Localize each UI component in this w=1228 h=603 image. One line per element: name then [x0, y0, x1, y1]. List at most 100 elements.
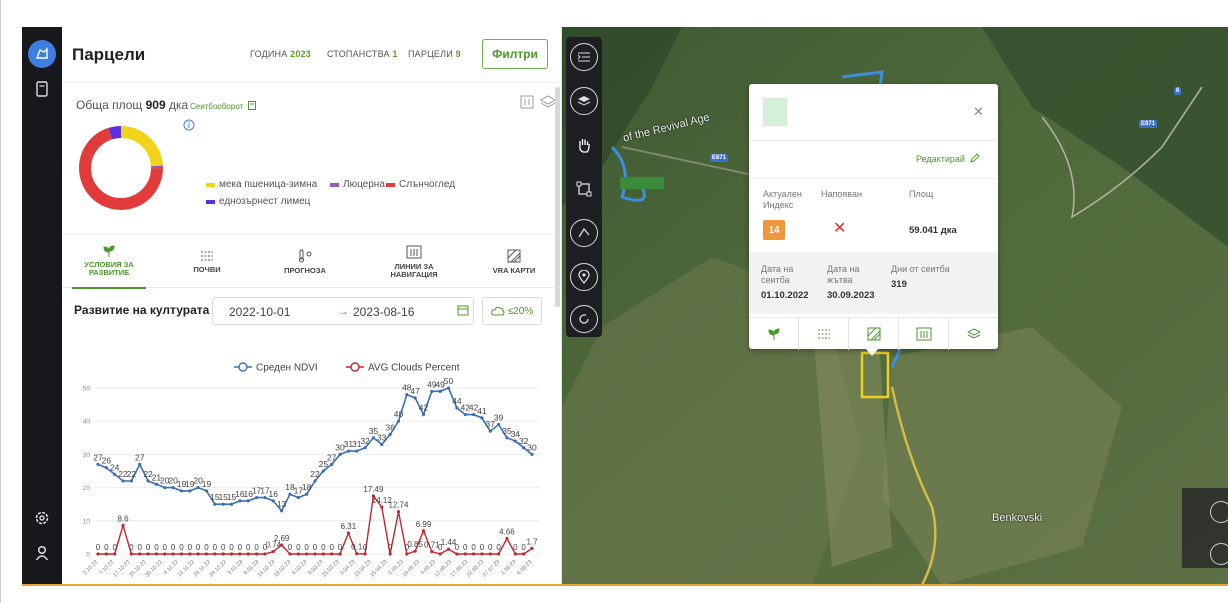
clouds-point[interactable] — [413, 549, 417, 553]
clouds-point[interactable] — [238, 552, 242, 556]
ndvi-point[interactable] — [163, 486, 167, 490]
hand-pan-icon[interactable] — [570, 131, 598, 159]
close-icon[interactable]: ✕ — [973, 104, 984, 120]
ndvi-point[interactable] — [280, 509, 284, 513]
ndvi-point[interactable] — [413, 396, 417, 400]
ndvi-point[interactable] — [254, 495, 259, 500]
clouds-point[interactable] — [338, 552, 342, 556]
field-thumbnail[interactable] — [763, 98, 787, 126]
clouds-point[interactable] — [113, 552, 117, 556]
clouds-point[interactable] — [104, 552, 108, 556]
ndvi-point[interactable] — [171, 486, 175, 490]
ndvi-point[interactable] — [421, 412, 426, 417]
clouds-point[interactable] — [229, 552, 234, 556]
clouds-point[interactable] — [455, 552, 459, 556]
date-range-picker[interactable]: 2022-10-01 → 2023-08-16 — [212, 297, 474, 325]
export-icon[interactable] — [520, 95, 534, 109]
clouds-point[interactable] — [196, 552, 200, 556]
clouds-point[interactable] — [179, 552, 184, 556]
ndvi-point[interactable] — [505, 436, 509, 440]
ndvi-point[interactable] — [129, 479, 133, 483]
clouds-point[interactable] — [154, 552, 159, 556]
ndvi-point[interactable] — [229, 502, 234, 506]
ndvi-point[interactable] — [204, 489, 209, 493]
tab-forecast[interactable]: ПРОГНОЗА — [268, 235, 342, 289]
list-toggle-icon[interactable] — [570, 43, 598, 71]
ndvi-point[interactable] — [522, 446, 526, 450]
clouds-point[interactable] — [438, 552, 442, 556]
ndvi-point[interactable] — [346, 449, 350, 453]
ndvi-point[interactable] — [330, 462, 334, 466]
calendar-icon[interactable] — [457, 304, 469, 316]
clouds-point[interactable] — [163, 552, 167, 556]
clouds-point[interactable] — [380, 505, 384, 509]
clouds-point[interactable] — [505, 536, 509, 541]
ndvi-point[interactable] — [513, 439, 517, 443]
satellite-map[interactable]: of the Revival Age Benkovski E871 E871 6 — [562, 27, 1228, 585]
ndvi-point[interactable] — [396, 419, 401, 423]
tab-growth-conditions[interactable]: УСЛОВИЯ ЗА РАЗВИТИЕ — [72, 235, 146, 289]
ndvi-point[interactable] — [113, 472, 117, 476]
notebook-icon[interactable] — [28, 75, 56, 103]
ndvi-point[interactable] — [497, 422, 501, 427]
ndvi-point[interactable] — [471, 412, 476, 417]
clouds-point[interactable] — [171, 552, 175, 556]
clouds-point[interactable] — [446, 547, 451, 551]
clouds-point[interactable] — [221, 552, 225, 556]
ndvi-point[interactable] — [246, 499, 250, 503]
clouds-point[interactable] — [513, 552, 517, 556]
clouds-point[interactable] — [430, 550, 434, 554]
clouds-point[interactable] — [213, 552, 217, 556]
ndvi-point[interactable] — [188, 489, 192, 493]
ndvi-point[interactable] — [438, 389, 442, 393]
clouds-point[interactable] — [530, 546, 534, 550]
clouds-point[interactable] — [522, 552, 526, 556]
clouds-point[interactable] — [121, 523, 125, 528]
filters-button[interactable]: Филтри — [482, 39, 548, 69]
ndvi-point[interactable] — [313, 479, 317, 483]
ndvi-point[interactable] — [355, 449, 359, 453]
settings-icon[interactable] — [28, 504, 56, 532]
clouds-point[interactable] — [129, 552, 133, 556]
layers-icon[interactable] — [540, 95, 556, 109]
ndvi-point[interactable] — [530, 452, 534, 456]
ndvi-point[interactable] — [104, 466, 108, 470]
ndvi-point[interactable] — [405, 393, 409, 397]
ndvi-point[interactable] — [446, 386, 451, 390]
ndvi-point[interactable] — [488, 429, 492, 433]
ndvi-point[interactable] — [146, 479, 150, 483]
ndvi-point[interactable] — [154, 482, 159, 486]
fields-stat[interactable]: ПАРЦЕЛИ 9 — [408, 49, 461, 59]
edit-button[interactable]: Редактирай — [916, 153, 981, 164]
layers-icon[interactable] — [570, 87, 598, 115]
layers-action[interactable] — [949, 318, 999, 350]
ndvi-point[interactable] — [430, 389, 434, 393]
clouds-point[interactable] — [355, 552, 359, 556]
clouds-point[interactable] — [346, 531, 350, 535]
clouds-point[interactable] — [246, 552, 250, 556]
ndvi-point[interactable] — [305, 492, 309, 496]
clouds-point[interactable] — [313, 552, 317, 556]
tab-soils[interactable]: ПОЧВИ — [170, 235, 244, 289]
measure-line-icon[interactable] — [570, 219, 598, 247]
ndvi-point[interactable] — [179, 489, 184, 493]
ndvi-point[interactable] — [221, 502, 225, 506]
ndvi-point[interactable] — [296, 495, 300, 500]
farms-stat[interactable]: СТОПАНСТВА 1 — [327, 49, 398, 59]
soils-action[interactable] — [799, 318, 849, 350]
reset-rotate-icon[interactable] — [570, 305, 598, 333]
zoom-in-button[interactable] — [1210, 501, 1228, 523]
ndvi-point[interactable] — [380, 442, 384, 447]
clouds-point[interactable] — [405, 552, 409, 556]
ndvi-point[interactable] — [271, 499, 275, 503]
clouds-point[interactable] — [254, 552, 259, 556]
clouds-point[interactable] — [271, 549, 275, 554]
info-icon[interactable] — [183, 119, 195, 131]
clouds-point[interactable] — [305, 552, 309, 556]
clouds-point[interactable] — [463, 552, 467, 556]
ndvi-point[interactable] — [455, 406, 459, 410]
year-stat[interactable]: ГОДИНА 2023 — [250, 49, 311, 59]
crop-rotation-link[interactable]: Сеитбооборот — [190, 101, 256, 111]
ndvi-point[interactable] — [196, 486, 200, 490]
ndvi-point[interactable] — [363, 446, 367, 450]
